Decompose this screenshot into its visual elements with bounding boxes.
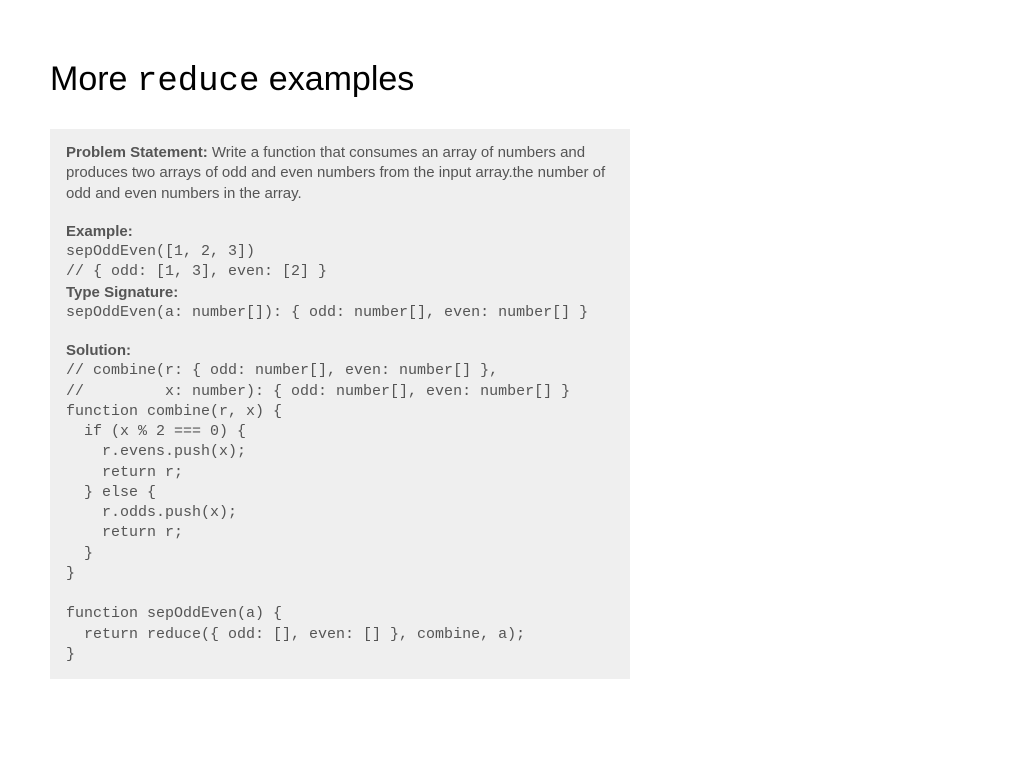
example-section: Example: sepOddEven([1, 2, 3]) // { odd:… [66,222,614,283]
solution-code: // combine(r: { odd: number[], even: num… [66,361,614,665]
example-line-1: sepOddEven([1, 2, 3]) [66,242,614,262]
title-code: reduce [137,63,259,101]
example-label: Example: [66,222,614,242]
typesig-label: Type Signature: [66,283,614,303]
typesig-line: sepOddEven(a: number[]): { odd: number[]… [66,303,614,323]
title-post: examples [259,60,414,98]
example-line-2: // { odd: [1, 3], even: [2] } [66,262,614,282]
typesig-section: Type Signature: sepOddEven(a: number[]):… [66,283,614,324]
problem-label: Problem Statement: [66,144,208,161]
content-box: Problem Statement: Write a function that… [50,129,630,679]
problem-statement: Problem Statement: Write a function that… [66,143,614,204]
title-pre: More [50,60,137,98]
solution-section: Solution: // combine(r: { odd: number[],… [66,341,614,665]
solution-label: Solution: [66,341,614,361]
slide-title: More reduce examples [50,60,974,101]
